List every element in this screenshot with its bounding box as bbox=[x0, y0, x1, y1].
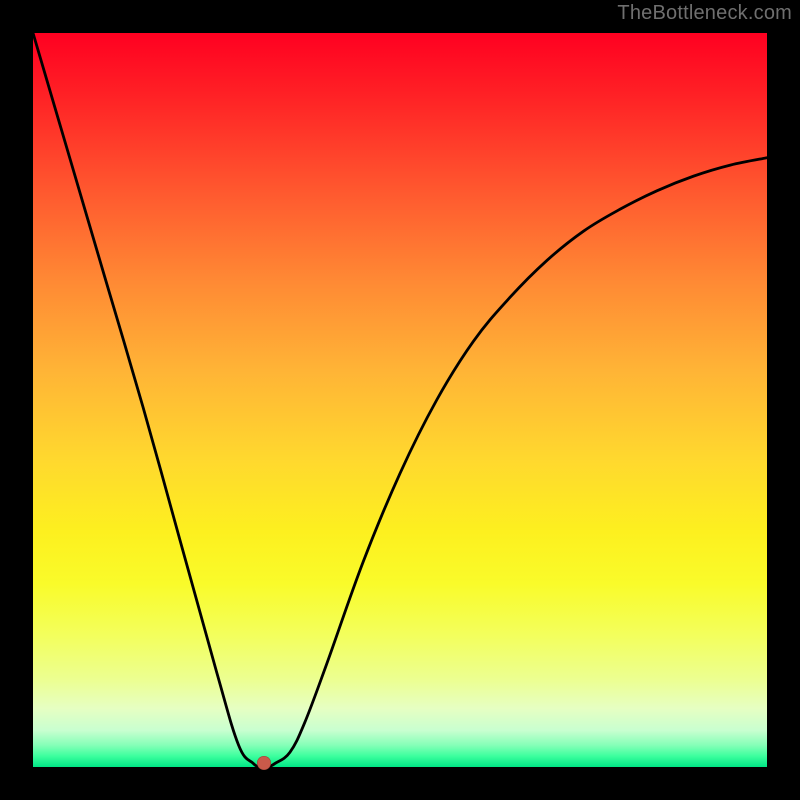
watermark-text: TheBottleneck.com bbox=[617, 2, 792, 25]
minimum-marker-icon bbox=[257, 756, 271, 770]
plot-area bbox=[33, 33, 767, 767]
bottleneck-curve-svg bbox=[33, 33, 767, 767]
chart-frame: TheBottleneck.com bbox=[0, 0, 800, 800]
bottleneck-curve-path bbox=[33, 33, 767, 768]
